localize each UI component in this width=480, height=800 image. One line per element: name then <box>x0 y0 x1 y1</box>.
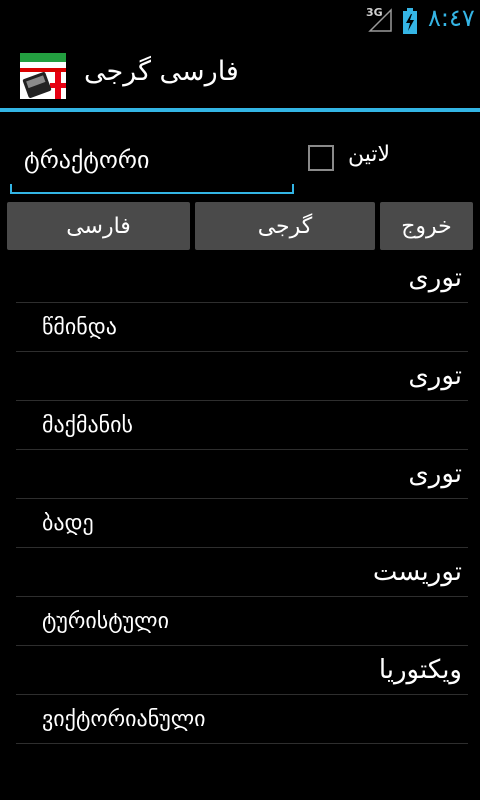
battery-charging-icon <box>403 8 417 34</box>
georgia-iran-flag-icon[interactable] <box>20 53 66 99</box>
status-bar: 3G ٨:٤٧ <box>0 0 480 38</box>
app-title: فارسی گرجی <box>84 56 239 87</box>
result-persian-word[interactable]: توری <box>16 352 468 401</box>
word-input-container <box>10 132 294 198</box>
result-persian-word[interactable]: ویکتوریا <box>16 646 468 695</box>
action-bar: فارسی گرجی <box>0 38 480 108</box>
signal-icon <box>368 8 392 32</box>
result-persian-word[interactable]: توریست <box>16 548 468 597</box>
georgian-button[interactable]: گرجی <box>195 202 375 250</box>
exit-button[interactable]: خروج <box>380 202 473 250</box>
action-bar-divider <box>0 108 480 112</box>
result-persian-word[interactable]: توری <box>16 450 468 499</box>
input-underline-right-tick <box>292 184 294 194</box>
result-georgian-word[interactable]: ბადე <box>16 499 468 548</box>
results-list: توری წმინდა توری მაქმანის توری ბადე توری… <box>16 254 468 744</box>
input-underline <box>10 192 294 194</box>
result-georgian-word[interactable]: ვიქტორიანული <box>16 695 468 744</box>
latin-checkbox-label[interactable]: لاتین <box>348 142 390 167</box>
result-georgian-word[interactable]: წმინდა <box>16 303 468 352</box>
latin-checkbox[interactable] <box>308 145 334 171</box>
result-georgian-word[interactable]: მაქმანის <box>16 401 468 450</box>
status-time: ٨:٤٧ <box>428 4 475 32</box>
farsi-button[interactable]: فارسی <box>7 202 190 250</box>
result-georgian-word[interactable]: ტურისტული <box>16 597 468 646</box>
result-persian-word[interactable]: توری <box>16 254 468 303</box>
word-input[interactable] <box>10 132 294 188</box>
